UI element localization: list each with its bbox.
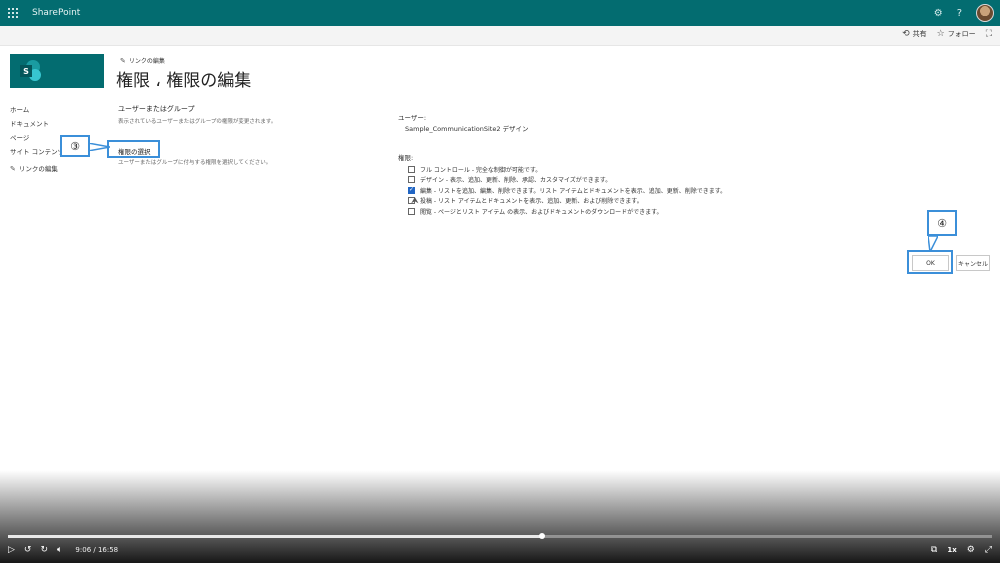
permissions-list: フル コントロール - 完全な制御が可能です。 デザイン - 表示、追加、更新、… — [408, 164, 726, 217]
ok-button[interactable]: OK — [912, 255, 949, 271]
permission-label: 投稿 - リスト アイテムとドキュメントを表示、追加、更新、および削除できます。 — [420, 198, 643, 206]
share-button[interactable]: ⟲ 共有 — [902, 29, 927, 39]
checkbox[interactable] — [408, 176, 415, 184]
forward-icon[interactable]: ↻ — [40, 545, 48, 555]
user-group-desc: 表示されているユーザーまたはグループの権限が変更されます。 — [118, 119, 277, 125]
checkbox[interactable] — [408, 165, 415, 173]
left-nav: ホーム ドキュメント ページ サイト コンテンツ ✎ リンクの編集 — [10, 104, 64, 176]
annotation-pointer-3 — [88, 143, 110, 151]
video-controls-overlay — [0, 470, 1000, 563]
cursor-icon: ⮝ — [411, 196, 419, 206]
permission-label: デザイン - 表示、追加、更新、削除、承認、カスタマイズができます。 — [420, 177, 612, 185]
avatar[interactable] — [976, 4, 994, 22]
edit-links-top[interactable]: ✎ リンクの編集 — [120, 56, 165, 66]
permission-option-edit[interactable]: ✓ 編集 - リストを追加、編集、削除できます。リスト アイテムとドキュメントを… — [408, 185, 726, 196]
site-logo[interactable]: S — [10, 54, 104, 88]
video-time: 9:06 / 16:58 — [75, 546, 119, 554]
checkbox[interactable] — [408, 207, 415, 215]
select-permissions-desc: ユーザーまたはグループに付与する権限を選択してください。 — [118, 160, 272, 166]
suite-bar: SharePoint ⚙ ? — [0, 0, 1000, 26]
pencil-icon: ✎ — [10, 165, 16, 173]
permission-label: フル コントロール - 完全な制御が可能です。 — [420, 166, 542, 174]
app-launcher-icon[interactable] — [0, 0, 26, 26]
share-label: 共有 — [912, 30, 927, 38]
question-icon[interactable]: ? — [957, 8, 962, 19]
video-controls-right: ⧉ 1x ⚙ ⤢ — [931, 545, 992, 555]
user-label: ユーザー: — [398, 114, 427, 122]
user-value: Sample_CommunicationSite2 デザイン — [405, 125, 529, 133]
nav-item-documents[interactable]: ドキュメント — [10, 118, 64, 132]
sharepoint-logo-icon: S — [20, 60, 42, 82]
play-icon[interactable]: ▷ — [8, 545, 15, 555]
permission-option-full-control[interactable]: フル コントロール - 完全な制御が可能です。 — [408, 164, 726, 175]
rewind-icon[interactable]: ↺ — [24, 545, 32, 555]
video-progress-fill — [8, 535, 543, 538]
permission-option-read[interactable]: 閲覧 - ページとリスト アイテム の表示、およびドキュメントのダウンロードがで… — [408, 206, 726, 217]
video-progress-bar[interactable] — [8, 533, 992, 539]
nav-item-pages[interactable]: ページ — [10, 132, 64, 146]
nav-edit-links[interactable]: ✎ リンクの編集 — [10, 162, 64, 176]
volume-icon[interactable]: 🔈︎ — [57, 545, 62, 555]
annotation-pointer-4 — [928, 236, 938, 252]
pencil-icon: ✎ — [120, 56, 126, 65]
edit-links-label: リンクの編集 — [128, 58, 165, 65]
captions-icon[interactable]: ⧉ — [931, 545, 937, 555]
permission-option-contribute[interactable]: 投稿 - リスト アイテムとドキュメントを表示、追加、更新、および削除できます。 — [408, 196, 726, 207]
follow-label: フォロー — [947, 30, 976, 38]
command-bar: ⟲ 共有 ☆ フォロー ⛶ — [0, 26, 1000, 46]
permission-label: 閲覧 - ページとリスト アイテム の表示、およびドキュメントのダウンロードがで… — [420, 208, 663, 216]
annotation-callout-3: ③ — [60, 135, 90, 157]
nav-item-site-contents[interactable]: サイト コンテンツ — [10, 146, 64, 160]
annotation-highlight-3 — [107, 140, 160, 158]
video-controls-left: ▷ ↺ ↻ 🔈︎ 9:06 / 16:58 — [8, 545, 118, 555]
focus-mode-icon[interactable]: ⛶ — [986, 29, 992, 39]
follow-button[interactable]: ☆ フォロー — [937, 29, 976, 39]
nav-item-home[interactable]: ホーム — [10, 104, 64, 118]
share-icon: ⟲ — [902, 29, 910, 39]
permission-option-design[interactable]: デザイン - 表示、追加、更新、削除、承認、カスタマイズができます。 — [408, 175, 726, 186]
permissions-label: 権限: — [398, 154, 414, 162]
gear-icon[interactable]: ⚙ — [967, 545, 975, 555]
cancel-button[interactable]: キャンセル — [956, 255, 990, 271]
user-group-title: ユーザーまたはグループ — [118, 105, 195, 113]
annotation-callout-4: ④ — [927, 210, 957, 236]
playback-speed[interactable]: 1x — [947, 546, 956, 554]
page-title: 権限 ، 権限の編集 — [116, 71, 252, 91]
permission-label: 編集 - リストを追加、編集、削除できます。リスト アイテムとドキュメントを表示… — [420, 187, 727, 195]
nav-edit-links-label: リンクの編集 — [18, 165, 58, 173]
star-icon: ☆ — [936, 29, 945, 39]
app-name[interactable]: SharePoint — [32, 8, 80, 18]
fullscreen-icon[interactable]: ⤢ — [985, 545, 992, 555]
checkbox[interactable]: ✓ — [408, 186, 415, 194]
gear-icon[interactable]: ⚙ — [934, 8, 943, 19]
